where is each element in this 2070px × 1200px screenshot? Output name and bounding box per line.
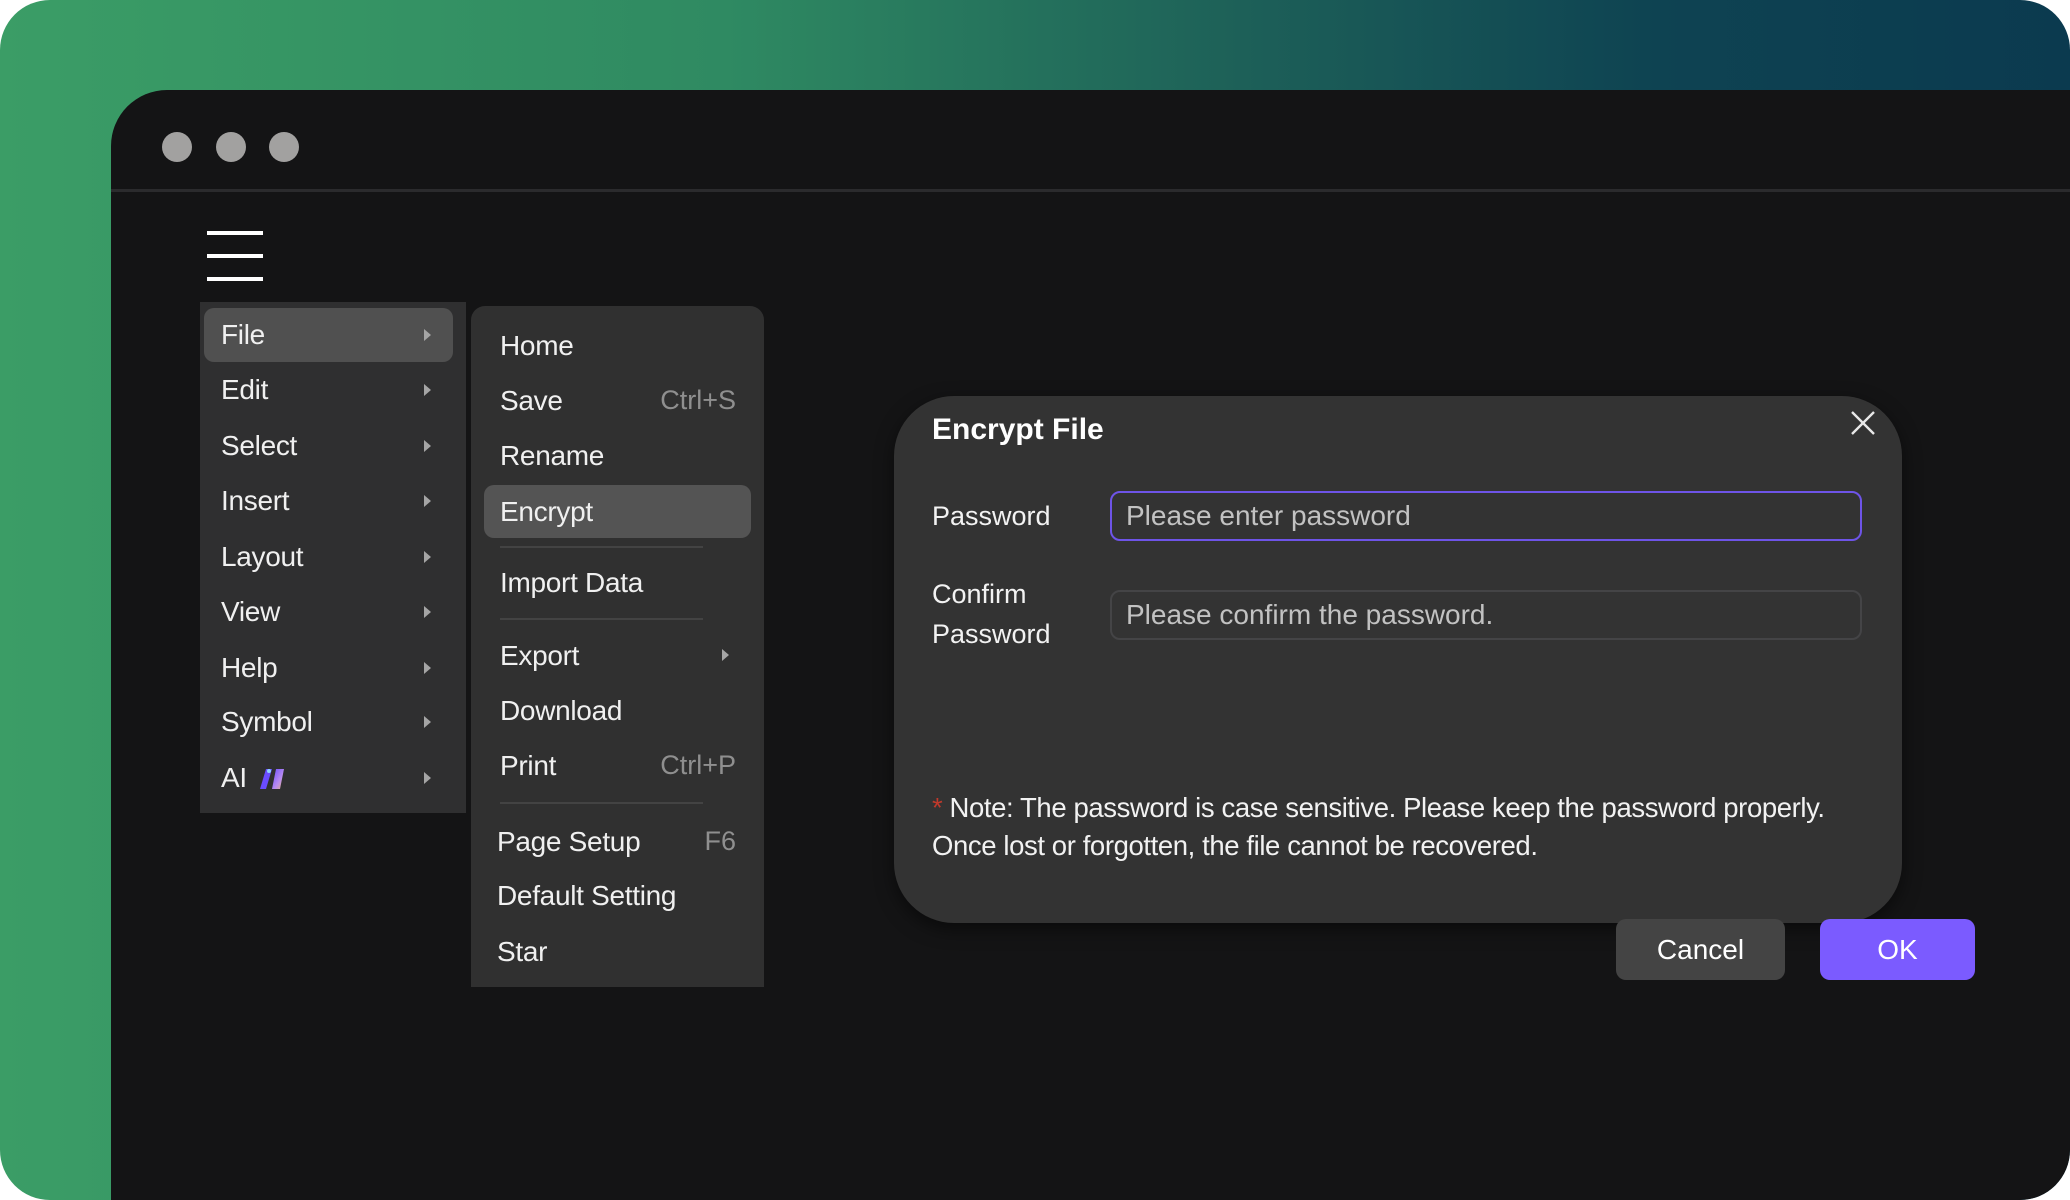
menu-item-label: File	[221, 319, 265, 350]
submenu-item-label: Save	[500, 385, 563, 416]
menu-divider	[500, 802, 703, 804]
menu-item-help[interactable]: Help	[204, 641, 453, 695]
submenu-item-label: Print	[500, 750, 557, 781]
menu-item-label: Symbol	[221, 706, 313, 737]
password-input[interactable]	[1110, 491, 1862, 541]
background-frame: File Edit Select Insert Layout View Help…	[0, 0, 2070, 1200]
submenu-item-home[interactable]: Home	[484, 319, 751, 372]
menu-item-view[interactable]: View	[204, 585, 453, 639]
password-note: * Note: The password is case sensitive. …	[932, 789, 1872, 865]
title-bar	[111, 90, 2070, 192]
encrypt-file-dialog: Encrypt File Password Confirm Password *…	[894, 396, 1975, 980]
submenu-item-page-setup[interactable]: Page Setup F6	[484, 815, 751, 868]
chevron-right-icon	[722, 649, 729, 661]
confirm-password-label-line2: Password	[932, 619, 1051, 649]
submenu-item-label: Page Setup	[497, 826, 641, 857]
submenu-item-save[interactable]: Save Ctrl+S	[484, 374, 751, 427]
menu-item-select[interactable]: Select	[204, 419, 453, 473]
file-submenu: Home Save Ctrl+S Rename Encrypt Import D…	[471, 306, 764, 987]
ai-sparkle-icon	[260, 769, 284, 789]
cancel-button[interactable]: Cancel	[1616, 919, 1785, 980]
menu-item-file[interactable]: File	[204, 308, 453, 362]
chevron-right-icon	[424, 716, 431, 728]
menu-divider	[500, 546, 703, 548]
chevron-right-icon	[424, 772, 431, 784]
menu-item-label: View	[221, 596, 280, 627]
chevron-right-icon	[424, 606, 431, 618]
menu-item-edit[interactable]: Edit	[204, 363, 453, 417]
chevron-right-icon	[424, 440, 431, 452]
dialog-title: Encrypt File	[932, 413, 1104, 446]
confirm-password-input[interactable]	[1110, 590, 1862, 640]
chevron-right-icon	[424, 329, 431, 341]
submenu-item-download[interactable]: Download	[484, 684, 751, 737]
submenu-item-label: Rename	[500, 440, 605, 471]
ok-button[interactable]: OK	[1820, 919, 1975, 980]
menu-item-layout[interactable]: Layout	[204, 530, 453, 584]
menu-item-label: Layout	[221, 541, 304, 572]
app-window: File Edit Select Insert Layout View Help…	[111, 90, 2070, 1200]
password-label: Password	[932, 501, 1051, 531]
menu-item-label: Select	[221, 430, 298, 461]
chevron-right-icon	[424, 551, 431, 563]
submenu-item-import-data[interactable]: Import Data	[484, 556, 751, 609]
shortcut-label: F6	[704, 826, 736, 856]
shortcut-label: Ctrl+S	[660, 385, 736, 415]
submenu-item-label: Star	[497, 936, 548, 967]
close-icon[interactable]	[1850, 410, 1876, 436]
confirm-password-label-line1: Confirm	[932, 579, 1027, 609]
menu-item-symbol[interactable]: Symbol	[204, 695, 453, 749]
chevron-right-icon	[424, 662, 431, 674]
submenu-item-label: Download	[500, 695, 623, 726]
menu-item-insert[interactable]: Insert	[204, 474, 453, 528]
menu-item-ai[interactable]: AI	[204, 751, 453, 805]
submenu-item-label: Import Data	[500, 567, 643, 598]
menu-item-label: Insert	[221, 485, 290, 516]
window-close-dot[interactable]	[162, 132, 192, 162]
menu-item-label: Help	[221, 652, 278, 683]
submenu-item-label: Home	[500, 330, 574, 361]
chevron-right-icon	[424, 495, 431, 507]
hamburger-menu-icon[interactable]	[207, 231, 263, 281]
window-minimize-dot[interactable]	[216, 132, 246, 162]
note-text: Note: The password is case sensitive. Pl…	[932, 792, 1825, 861]
menu-item-label: AI	[221, 762, 247, 793]
required-asterisk: *	[932, 792, 943, 823]
submenu-item-default-setting[interactable]: Default Setting	[484, 869, 751, 922]
menu-item-label: Edit	[221, 374, 269, 405]
submenu-item-star[interactable]: Star	[484, 925, 751, 978]
main-menu: File Edit Select Insert Layout View Help…	[200, 302, 466, 813]
submenu-item-print[interactable]: Print Ctrl+P	[484, 739, 751, 792]
shortcut-label: Ctrl+P	[660, 750, 736, 780]
submenu-item-export[interactable]: Export	[484, 629, 751, 682]
menu-divider	[500, 618, 703, 620]
submenu-item-encrypt[interactable]: Encrypt	[484, 485, 751, 538]
submenu-item-label: Encrypt	[500, 496, 593, 527]
window-maximize-dot[interactable]	[269, 132, 299, 162]
submenu-item-label: Default Setting	[497, 880, 677, 911]
chevron-right-icon	[424, 384, 431, 396]
submenu-item-rename[interactable]: Rename	[484, 429, 751, 482]
submenu-item-label: Export	[500, 640, 580, 671]
